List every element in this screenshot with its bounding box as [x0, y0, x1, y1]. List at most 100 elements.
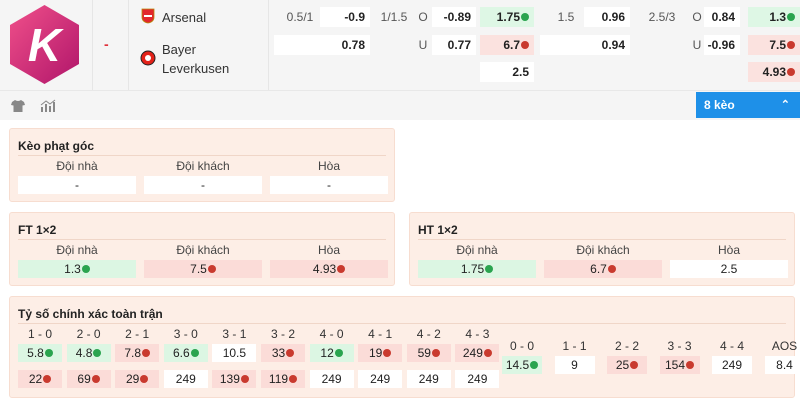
draw-score-label: 4 - 4: [719, 339, 744, 353]
odds-row-2: 0.78 U 0.77 6.7 0.94 U -0.96 7.5: [0, 35, 800, 55]
ht-draw-value[interactable]: 2.5: [670, 260, 788, 278]
corner-panel: Kèo phạt góc Đội nhà Đội khách Hòa - - -: [9, 128, 395, 202]
draw-score-label: 0 - 0: [509, 339, 534, 353]
trend-up-icon: [93, 349, 102, 357]
corner-home-label: Đội nhà: [56, 159, 98, 173]
score-label: 4 - 3: [465, 327, 490, 341]
score-home-odd[interactable]: 12: [309, 344, 354, 362]
draw-score-odd[interactable]: 25: [607, 356, 647, 374]
score-away-odd[interactable]: 69: [66, 370, 111, 388]
draw-score-label: 2 - 2: [614, 339, 639, 353]
ht-ou-under-odd[interactable]: -0.96: [704, 35, 740, 55]
ft-title: FT 1×2: [18, 223, 57, 237]
score-home-odd[interactable]: 249: [455, 344, 500, 362]
trend-up-icon: [485, 265, 494, 273]
score-home-odd[interactable]: 6.6: [163, 344, 208, 362]
ht-x12-home-odd[interactable]: 1.3: [748, 7, 800, 27]
handicap-home-odd[interactable]: -0.9: [320, 7, 370, 27]
ht-draw-label: Hòa: [717, 243, 740, 257]
score-away-odd[interactable]: 22: [18, 370, 62, 388]
ft-away-label: Đội khách: [176, 243, 230, 257]
score-home-odd[interactable]: 10.5: [212, 344, 257, 362]
ht-ou-under-label: U: [692, 38, 702, 52]
ou-line: 1/1.5: [380, 10, 408, 24]
ou-over-odd[interactable]: -0.89: [432, 7, 476, 27]
x12-away-odd[interactable]: 6.7: [480, 35, 534, 55]
score-away-odd[interactable]: 29: [115, 370, 160, 388]
trend-down-icon: [140, 375, 149, 383]
trend-down-icon: [521, 41, 529, 49]
draw-score-odd[interactable]: 9: [554, 356, 595, 374]
shirt-icon[interactable]: [10, 99, 26, 113]
score-away-odd[interactable]: 249: [309, 370, 354, 388]
trend-down-icon: [483, 349, 492, 357]
stats-icon[interactable]: [40, 99, 56, 113]
x12-draw-odd[interactable]: 2.5: [480, 62, 534, 82]
score-home-odd[interactable]: 19: [358, 344, 403, 362]
score-home-odd[interactable]: 59: [406, 344, 451, 362]
ht-handicap-home-odd[interactable]: 0.96: [584, 7, 630, 27]
trend-down-icon: [240, 375, 249, 383]
match-row: K - Arsenal Bayer Leverkusen 0.5/1 -0.9 …: [0, 0, 800, 90]
score-away-odd[interactable]: 249: [358, 370, 403, 388]
score-away-odd[interactable]: 139: [212, 370, 257, 388]
score-label: 4 - 0: [319, 327, 344, 341]
score-label: 3 - 0: [173, 327, 198, 341]
score-label: 2 - 1: [125, 327, 150, 341]
score-label: 2 - 0: [76, 327, 101, 341]
draw-score-odd[interactable]: 249: [712, 356, 752, 374]
trend-down-icon: [207, 265, 216, 273]
trend-down-icon: [787, 68, 795, 76]
trend-down-icon: [43, 375, 52, 383]
ht-home-value[interactable]: 1.75: [418, 260, 536, 278]
draw-score-odd[interactable]: 154: [659, 356, 700, 374]
score-label: 3 - 1: [222, 327, 247, 341]
ht-x12-draw-odd[interactable]: 4.93: [748, 62, 800, 82]
x12-home-odd[interactable]: 1.75: [480, 7, 534, 27]
toolbar: [0, 90, 800, 120]
trend-down-icon: [607, 265, 616, 273]
odds-row-3: 2.5 4.93: [0, 62, 800, 82]
ft-away-value[interactable]: 7.5: [144, 260, 262, 278]
score-away-odd[interactable]: 249: [163, 370, 208, 388]
score-home-odd[interactable]: 7.8: [115, 344, 160, 362]
handicap-away-odd[interactable]: 0.78: [274, 35, 370, 55]
score-away-odd[interactable]: 249: [455, 370, 500, 388]
ft-draw-label: Hòa: [317, 243, 340, 257]
trend-down-icon: [383, 349, 392, 357]
score-home-odd[interactable]: 4.8: [66, 344, 111, 362]
ht-x12-away-odd[interactable]: 7.5: [748, 35, 800, 55]
ht-handicap-line: 1.5: [557, 10, 575, 24]
ht-handicap-away-odd[interactable]: 0.94: [540, 35, 630, 55]
ht-ou-over-odd[interactable]: 0.84: [704, 7, 740, 27]
ft-home-value[interactable]: 1.3: [18, 260, 136, 278]
trend-up-icon: [81, 265, 90, 273]
corner-away-label: Đội khách: [176, 159, 230, 173]
ht-away-value[interactable]: 6.7: [544, 260, 662, 278]
score-home-odd[interactable]: 5.8: [18, 344, 62, 362]
draw-score-label: 1 - 1: [562, 339, 587, 353]
corner-away-value[interactable]: -: [144, 176, 262, 194]
ou-under-odd[interactable]: 0.77: [432, 35, 476, 55]
ft-1x2-panel: FT 1×2 Đội nhà Đội khách Hòa 1.3 7.5 4.9…: [9, 212, 395, 286]
score-home-odd[interactable]: 33: [261, 344, 305, 362]
ft-draw-value[interactable]: 4.93: [270, 260, 388, 278]
score-away-odd[interactable]: 119: [261, 370, 305, 388]
trend-up-icon: [44, 349, 53, 357]
score-away-odd[interactable]: 249: [406, 370, 451, 388]
handicap-line: 0.5/1: [286, 10, 314, 24]
correct-score-title: Tỷ số chính xác toàn trận: [18, 307, 163, 321]
trend-down-icon: [286, 349, 295, 357]
corner-draw-value[interactable]: -: [270, 176, 388, 194]
trend-up-icon: [787, 13, 795, 21]
more-odds-button[interactable]: 8 kèo ⌃: [696, 92, 800, 118]
ht-ou-over-label: O: [692, 10, 702, 24]
score-label: 4 - 2: [416, 327, 441, 341]
draw-score-odd[interactable]: 8.4: [764, 356, 800, 374]
draw-score-odd[interactable]: 14.5: [502, 356, 542, 374]
trend-down-icon: [686, 361, 695, 369]
score-label: 4 - 1: [368, 327, 393, 341]
trend-up-icon: [530, 361, 539, 369]
trend-up-icon: [521, 13, 529, 21]
corner-home-value[interactable]: -: [18, 176, 136, 194]
